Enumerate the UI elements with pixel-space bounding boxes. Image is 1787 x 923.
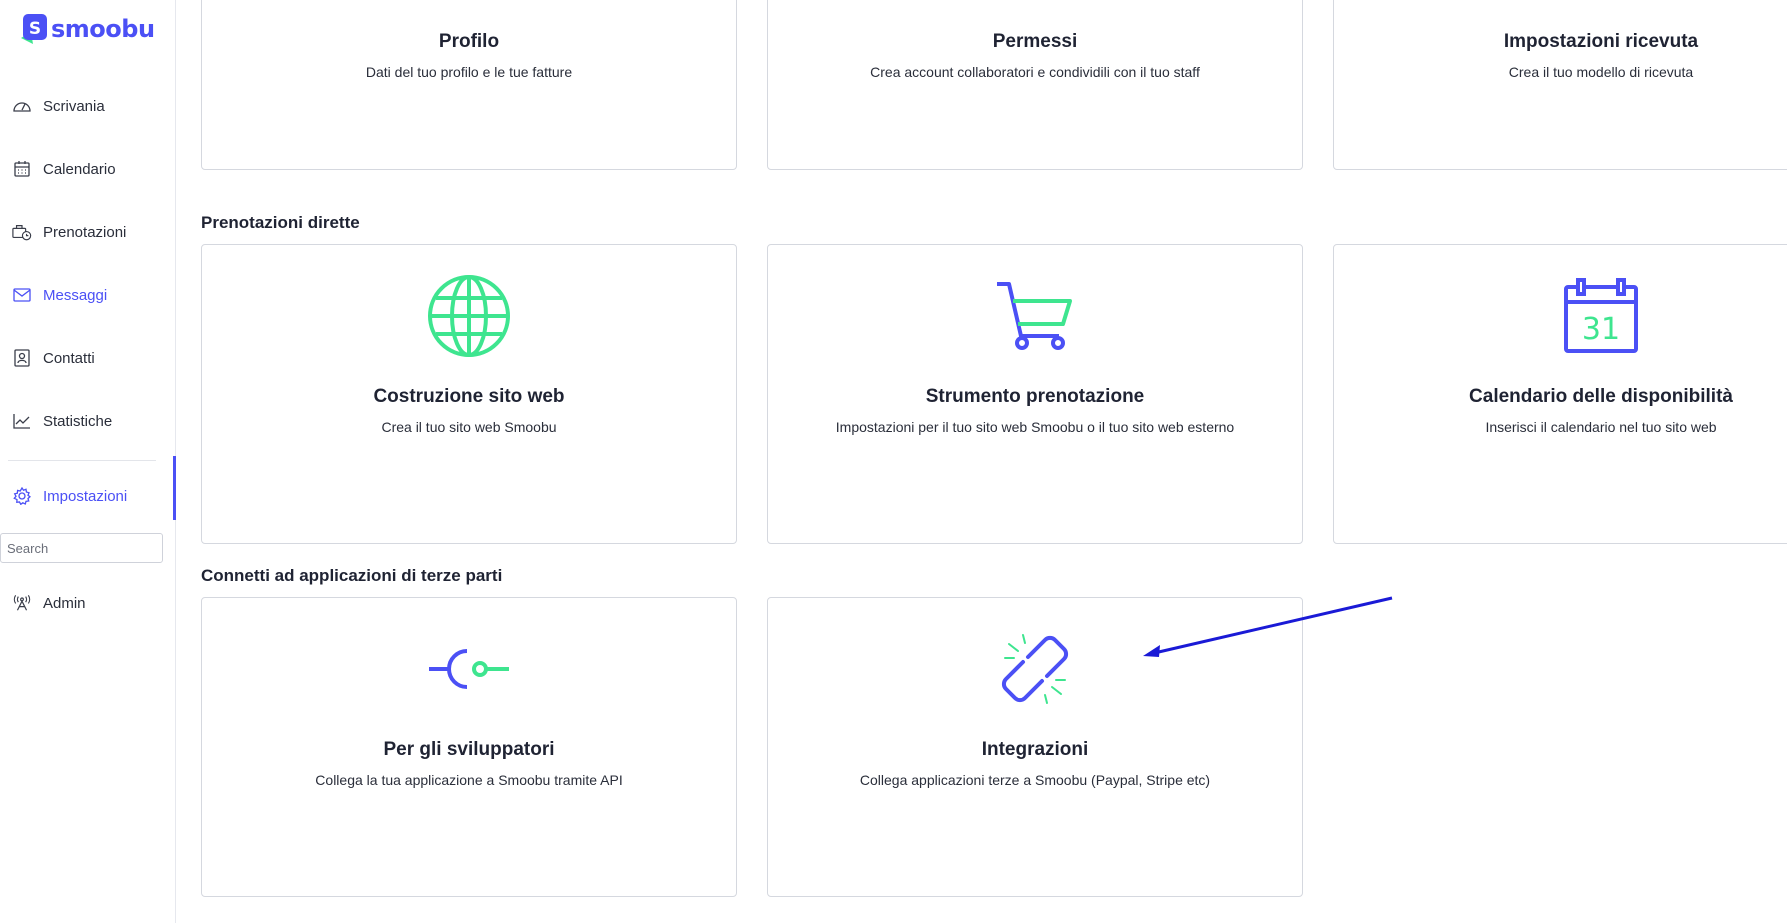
- sidebar-item-prenotazioni[interactable]: Prenotazioni: [0, 214, 175, 250]
- sidebar-item-impostazioni[interactable]: Impostazioni: [0, 456, 176, 520]
- card-title: Strumento prenotazione: [925, 386, 1145, 407]
- calendar-day-number: 31: [1582, 312, 1620, 347]
- sidebar-item-label: Contatti: [43, 349, 95, 367]
- card-profilo[interactable]: Profilo Dati del tuo profilo e le tue fa…: [201, 0, 737, 170]
- sidebar-item-label: Scrivania: [43, 97, 105, 115]
- card-calendario-disponibilita[interactable]: 31 Calendario delle disponibilità Inseri…: [1333, 244, 1787, 544]
- sidebar-item-scrivania[interactable]: Scrivania: [0, 88, 175, 124]
- calendar-31-icon: 31: [1564, 278, 1638, 353]
- card-title: Integrazioni: [981, 739, 1089, 760]
- card-title: Impostazioni ricevuta: [1503, 31, 1699, 52]
- card-description: Inserisci il calendario nel tuo sito web: [1485, 419, 1717, 435]
- card-impostazioni-ricevuta[interactable]: Impostazioni ricevuta Crea il tuo modell…: [1333, 0, 1787, 170]
- sidebar-item-calendario[interactable]: Calendario: [0, 151, 175, 187]
- sidebar-item-label: Statistiche: [43, 412, 113, 430]
- brand-name: smoobu: [51, 15, 155, 43]
- sidebar-item-admin[interactable]: Admin: [0, 585, 175, 621]
- sidebar-item-messaggi[interactable]: Messaggi: [0, 277, 175, 313]
- contacts-icon: [12, 348, 32, 368]
- card-costruzione-sito-web[interactable]: Costruzione sito web Crea il tuo sito we…: [201, 244, 737, 544]
- card-per-gli-sviluppatori[interactable]: Per gli sviluppatori Collega la tua appl…: [201, 597, 737, 897]
- card-title: Per gli sviluppatori: [383, 739, 555, 760]
- card-title: Profilo: [438, 31, 500, 52]
- dashboard-icon: [12, 96, 32, 116]
- card-icon-area: [202, 271, 736, 361]
- card-title: Permessi: [992, 31, 1078, 52]
- bookings-icon: [12, 222, 32, 242]
- sidebar-item-label: Admin: [43, 594, 86, 612]
- sidebar-item-label: Impostazioni: [43, 487, 128, 505]
- api-plug-icon: [429, 649, 509, 689]
- card-description: Crea il tuo sito web Smoobu: [381, 419, 557, 435]
- section-title-prenotazioni-dirette: Prenotazioni dirette: [201, 213, 360, 232]
- smoobu-logo-icon: S: [21, 14, 47, 44]
- card-title: Calendario delle disponibilità: [1469, 386, 1733, 407]
- card-description: Collega la tua applicazione a Smoobu tra…: [315, 772, 623, 788]
- card-description: Crea il tuo modello di ricevuta: [1508, 64, 1694, 80]
- broken-link-icon: [1001, 634, 1069, 704]
- sidebar-item-label: Prenotazioni: [43, 223, 127, 241]
- card-description: Collega applicazioni terze a Smoobu (Pay…: [859, 772, 1211, 788]
- sidebar-item-label: Calendario: [43, 160, 116, 178]
- sidebar: S smoobu Scrivania Calendario Prenotazio…: [0, 0, 176, 923]
- gear-icon: [12, 486, 32, 506]
- stats-icon: [12, 411, 32, 431]
- sidebar-divider: [8, 460, 156, 461]
- card-strumento-prenotazione[interactable]: Strumento prenotazione Impostazioni per …: [767, 244, 1303, 544]
- card-icon-area: [768, 271, 1302, 361]
- card-title: Costruzione sito web: [373, 386, 565, 407]
- sidebar-item-label: Messaggi: [43, 286, 108, 304]
- card-permessi[interactable]: Permessi Crea account collaboratori e co…: [767, 0, 1303, 170]
- sidebar-item-statistiche[interactable]: Statistiche: [0, 403, 175, 439]
- section-title-terze-parti: Connetti ad applicazioni di terze parti: [201, 566, 503, 585]
- search-input[interactable]: [0, 533, 163, 563]
- antenna-icon: [12, 593, 32, 613]
- card-icon-area: 31: [1334, 271, 1787, 361]
- smoobu-logo[interactable]: S smoobu: [19, 14, 155, 44]
- calendar-icon: [12, 159, 32, 179]
- sidebar-item-contatti[interactable]: Contatti: [0, 340, 175, 376]
- globe-icon: [428, 275, 510, 357]
- mail-icon: [12, 285, 32, 305]
- card-description: Crea account collaboratori e condividili…: [870, 64, 1200, 80]
- card-description: Dati del tuo profilo e le tue fatture: [365, 64, 573, 80]
- card-description: Impostazioni per il tuo sito web Smoobu …: [835, 419, 1235, 435]
- svg-text:S: S: [29, 19, 41, 39]
- card-icon-area: [202, 624, 736, 714]
- cart-icon: [997, 282, 1072, 350]
- annotation-arrow: [1143, 596, 1393, 657]
